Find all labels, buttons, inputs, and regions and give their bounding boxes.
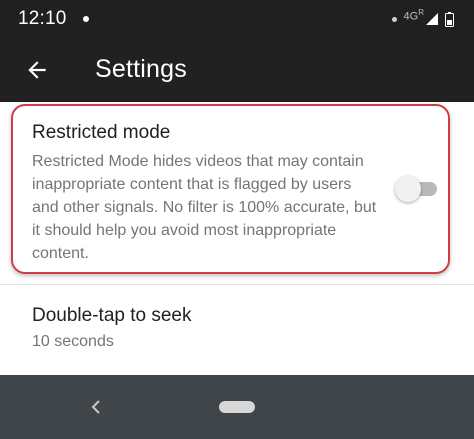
roaming-label: R: [418, 7, 424, 17]
status-icons: 4GR: [391, 7, 454, 30]
battery-icon: [445, 11, 454, 27]
nav-back-icon[interactable]: [89, 399, 103, 415]
restricted-mode-title: Restricted mode: [32, 122, 171, 143]
double-tap-title: Double-tap to seek: [32, 305, 192, 326]
settings-list: Restricted mode Restricted Mode hides vi…: [0, 102, 474, 375]
navigation-bar: [0, 375, 474, 439]
signal-icon: [426, 13, 438, 25]
restricted-mode-description: Restricted Mode hides videos that may co…: [32, 153, 377, 262]
double-tap-value: 10 seconds: [32, 333, 114, 350]
network-type-label: 4GR: [403, 7, 424, 23]
restricted-mode-toggle[interactable]: [395, 176, 439, 202]
app-bar: Settings: [0, 38, 474, 102]
page-title: Settings: [95, 55, 187, 83]
status-bar: 12:10 4GR: [0, 0, 474, 38]
toggle-thumb: [395, 176, 421, 202]
setting-restricted-mode[interactable]: Restricted mode Restricted Mode hides vi…: [0, 102, 474, 284]
status-time: 12:10: [18, 8, 67, 29]
setting-double-tap-to-seek[interactable]: Double-tap to seek 10 seconds: [0, 285, 474, 375]
home-pill-icon[interactable]: [219, 401, 255, 413]
status-dot-icon: [391, 16, 397, 22]
notification-dot-icon: [83, 16, 89, 22]
arrow-left-icon[interactable]: [24, 57, 50, 83]
